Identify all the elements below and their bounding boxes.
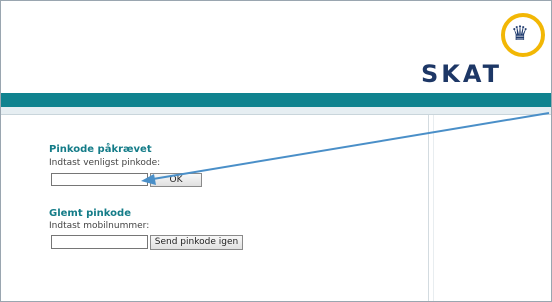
annotation-arrow (141, 112, 550, 185)
arrow-line (152, 112, 550, 180)
browser-frame: ♛ SKAT Pinkode påkrævet Indtast venligst… (0, 0, 552, 302)
arrow-head (141, 174, 156, 185)
